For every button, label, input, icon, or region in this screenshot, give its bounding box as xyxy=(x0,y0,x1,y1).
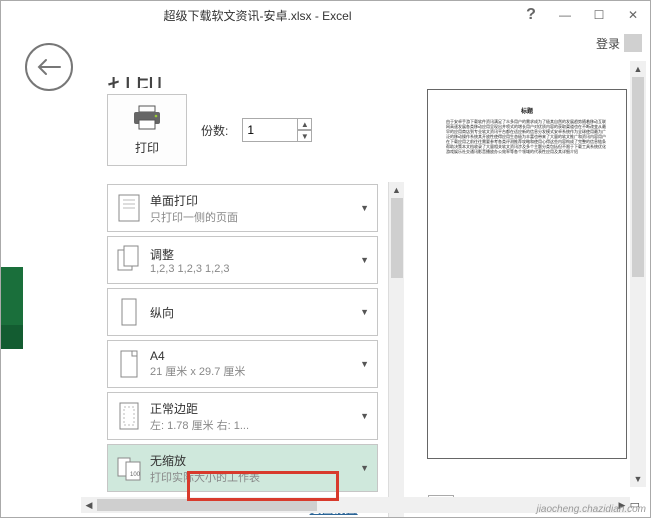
single-side-icon xyxy=(114,190,144,226)
option-line1: 调整 xyxy=(150,246,230,263)
option-orientation[interactable]: 纵向 ▼ xyxy=(107,288,378,336)
option-line1: 单面打印 xyxy=(150,192,238,209)
option-line2: 左: 1.78 厘米 右: 1... xyxy=(150,417,249,433)
print-button[interactable]: 打印 xyxy=(107,94,187,166)
margins-icon xyxy=(114,398,144,434)
option-paper-size[interactable]: A421 厘米 x 29.7 厘米 ▼ xyxy=(107,340,378,388)
copies-down-button[interactable]: ▼ xyxy=(298,130,312,142)
preview-page: 标题 由于安卓手游下载软件资讯满足了众多用户的需求成为了极其自然的发展趋势随着移… xyxy=(427,89,627,459)
copies-label: 份数: xyxy=(201,122,228,139)
option-line1: 正常边距 xyxy=(150,400,249,417)
sidebar-active-indicator xyxy=(1,267,23,327)
maximize-button[interactable]: ☐ xyxy=(582,1,616,29)
copies-up-button[interactable]: ▲ xyxy=(298,118,312,130)
page-title: 打印 xyxy=(107,77,404,88)
option-collate[interactable]: 调整1,2,3 1,2,3 1,2,3 ▼ xyxy=(107,236,378,284)
scroll-up-icon[interactable]: ▲ xyxy=(630,61,646,77)
scroll-thumb[interactable] xyxy=(97,499,317,511)
chevron-down-icon: ▼ xyxy=(360,463,369,473)
option-line2: 只打印一侧的页面 xyxy=(150,209,238,225)
chevron-down-icon: ▼ xyxy=(360,255,369,265)
chevron-down-icon: ▼ xyxy=(360,203,369,213)
avatar-icon[interactable] xyxy=(624,34,642,52)
option-line1: 纵向 xyxy=(150,304,174,321)
option-scaling[interactable]: 100 无缩放打印实际大小的工作表 ▼ xyxy=(107,444,378,492)
window-title: 超级下载软文资讯-安卓.xlsx - Excel xyxy=(1,7,514,24)
paper-icon xyxy=(114,346,144,382)
options-scrollbar[interactable]: ▲ ▼ xyxy=(388,182,404,517)
watermark: jiaocheng.chazidian.com xyxy=(536,504,646,515)
sidebar-hover-indicator xyxy=(1,325,23,349)
option-line2: 21 厘米 x 29.7 厘米 xyxy=(150,363,245,379)
copies-input[interactable] xyxy=(242,118,298,142)
printer-icon xyxy=(130,104,164,135)
scale-icon: 100 xyxy=(114,450,144,486)
chevron-down-icon: ▼ xyxy=(360,359,369,369)
back-button[interactable] xyxy=(25,43,73,91)
option-sides[interactable]: 单面打印只打印一侧的页面 ▼ xyxy=(107,184,378,232)
option-line2: 1,2,3 1,2,3 1,2,3 xyxy=(150,263,230,275)
help-icon[interactable]: ? xyxy=(514,1,548,29)
scroll-down-icon[interactable]: ▼ xyxy=(630,471,646,487)
minimize-button[interactable]: — xyxy=(548,1,582,29)
preview-body: 由于安卓手游下载软件资讯满足了众多用户的需求成为了极其自然的发展趋势随着移动互联… xyxy=(446,119,608,154)
preview-heading: 标题 xyxy=(446,110,608,115)
chevron-down-icon: ▼ xyxy=(360,411,369,421)
option-line1: 无缩放 xyxy=(150,452,260,469)
scroll-left-icon[interactable]: ◀ xyxy=(81,497,97,513)
option-margins[interactable]: 正常边距左: 1.78 厘米 右: 1... ▼ xyxy=(107,392,378,440)
print-button-label: 打印 xyxy=(135,139,159,156)
scroll-up-icon[interactable]: ▲ xyxy=(389,182,404,198)
login-link[interactable]: 登录 xyxy=(596,35,620,52)
svg-text:100: 100 xyxy=(130,472,141,478)
option-line1: A4 xyxy=(150,349,245,363)
preview-vertical-scrollbar[interactable]: ▲ ▼ xyxy=(630,61,646,487)
close-button[interactable]: ✕ xyxy=(616,1,650,29)
chevron-down-icon: ▼ xyxy=(360,307,369,317)
option-line2: 打印实际大小的工作表 xyxy=(150,469,260,485)
portrait-icon xyxy=(114,294,144,330)
scroll-thumb[interactable] xyxy=(632,77,644,277)
scroll-thumb[interactable] xyxy=(391,198,403,278)
collate-icon xyxy=(114,242,144,278)
